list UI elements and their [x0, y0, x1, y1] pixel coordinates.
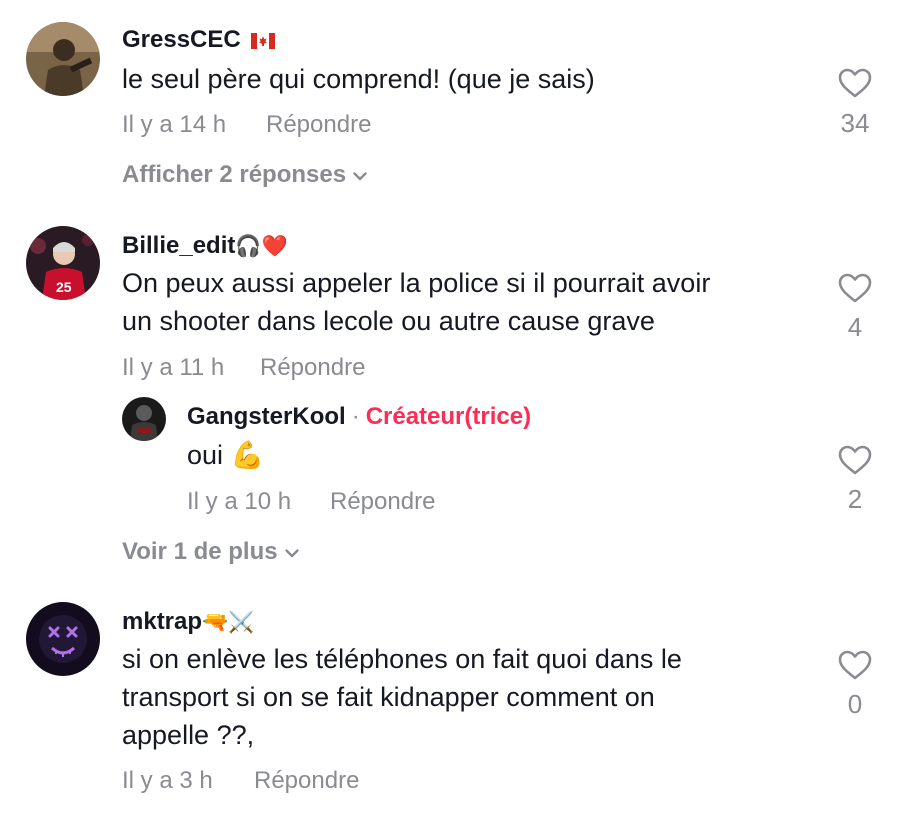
avatar-image	[26, 602, 100, 676]
avatar-image	[26, 22, 100, 96]
comment-text: appelle ??,	[122, 720, 255, 750]
reply-username[interactable]: GangsterKool · Créateur(trice)	[187, 403, 531, 431]
avatar-image: 25	[26, 226, 100, 300]
flag-canada-icon	[251, 32, 276, 49]
comment-timestamp: Il y a 3 h	[122, 767, 213, 794]
comment-username[interactable]: mktrap🔫⚔️	[122, 608, 254, 637]
reply-button[interactable]: Répondre	[254, 767, 359, 795]
like-count: 34	[840, 108, 870, 138]
reply-text: oui 💪	[187, 440, 265, 470]
reply-button[interactable]: Répondre	[330, 488, 435, 516]
chevron-down-icon	[353, 171, 367, 180]
view-more-replies-button[interactable]: Voir 1 de plus	[122, 538, 300, 566]
avatar[interactable]: 25	[26, 226, 100, 300]
headphones-heart-emoji: 🎧❤️	[235, 235, 288, 258]
comment-text: le seul père qui comprend! (que je sais)	[122, 64, 595, 94]
like-count: 0	[847, 689, 863, 719]
avatar[interactable]	[26, 22, 100, 96]
comment-username[interactable]: GressCEC	[122, 26, 276, 54]
reply-button[interactable]: Répondre	[266, 111, 371, 139]
heart-outline-icon[interactable]	[838, 445, 872, 475]
comment-timestamp: Il y a 11 h	[122, 354, 225, 381]
avatar[interactable]	[26, 602, 100, 676]
avatar-image	[122, 397, 166, 441]
like-count: 2	[847, 484, 863, 514]
comment-text: On peux aussi appeler la police si il po…	[122, 268, 711, 298]
heart-outline-icon[interactable]	[838, 68, 872, 98]
svg-text:25: 25	[56, 279, 72, 295]
avatar[interactable]	[122, 397, 166, 441]
view-replies-button[interactable]: Afficher 2 réponses	[122, 161, 368, 189]
chevron-down-icon	[284, 548, 299, 557]
comment-text: transport si on se fait kidnapper commen…	[122, 682, 655, 712]
comment-text: si on enlève les téléphones on fait quoi…	[122, 644, 682, 674]
water-gun-swords-emoji: 🔫⚔️	[202, 611, 255, 634]
heart-outline-icon[interactable]	[838, 273, 872, 303]
creator-badge: Créateur(trice)	[365, 403, 532, 430]
reply-button[interactable]: Répondre	[260, 354, 365, 382]
comment-username[interactable]: Billie_edit🎧❤️	[122, 232, 288, 261]
comment-text: un shooter dans lecole ou autre cause gr…	[122, 306, 655, 336]
comment-timestamp: Il y a 14 h	[122, 111, 227, 138]
heart-outline-icon[interactable]	[838, 650, 872, 680]
like-count: 4	[847, 312, 863, 342]
reply-timestamp: Il y a 10 h	[187, 488, 292, 515]
